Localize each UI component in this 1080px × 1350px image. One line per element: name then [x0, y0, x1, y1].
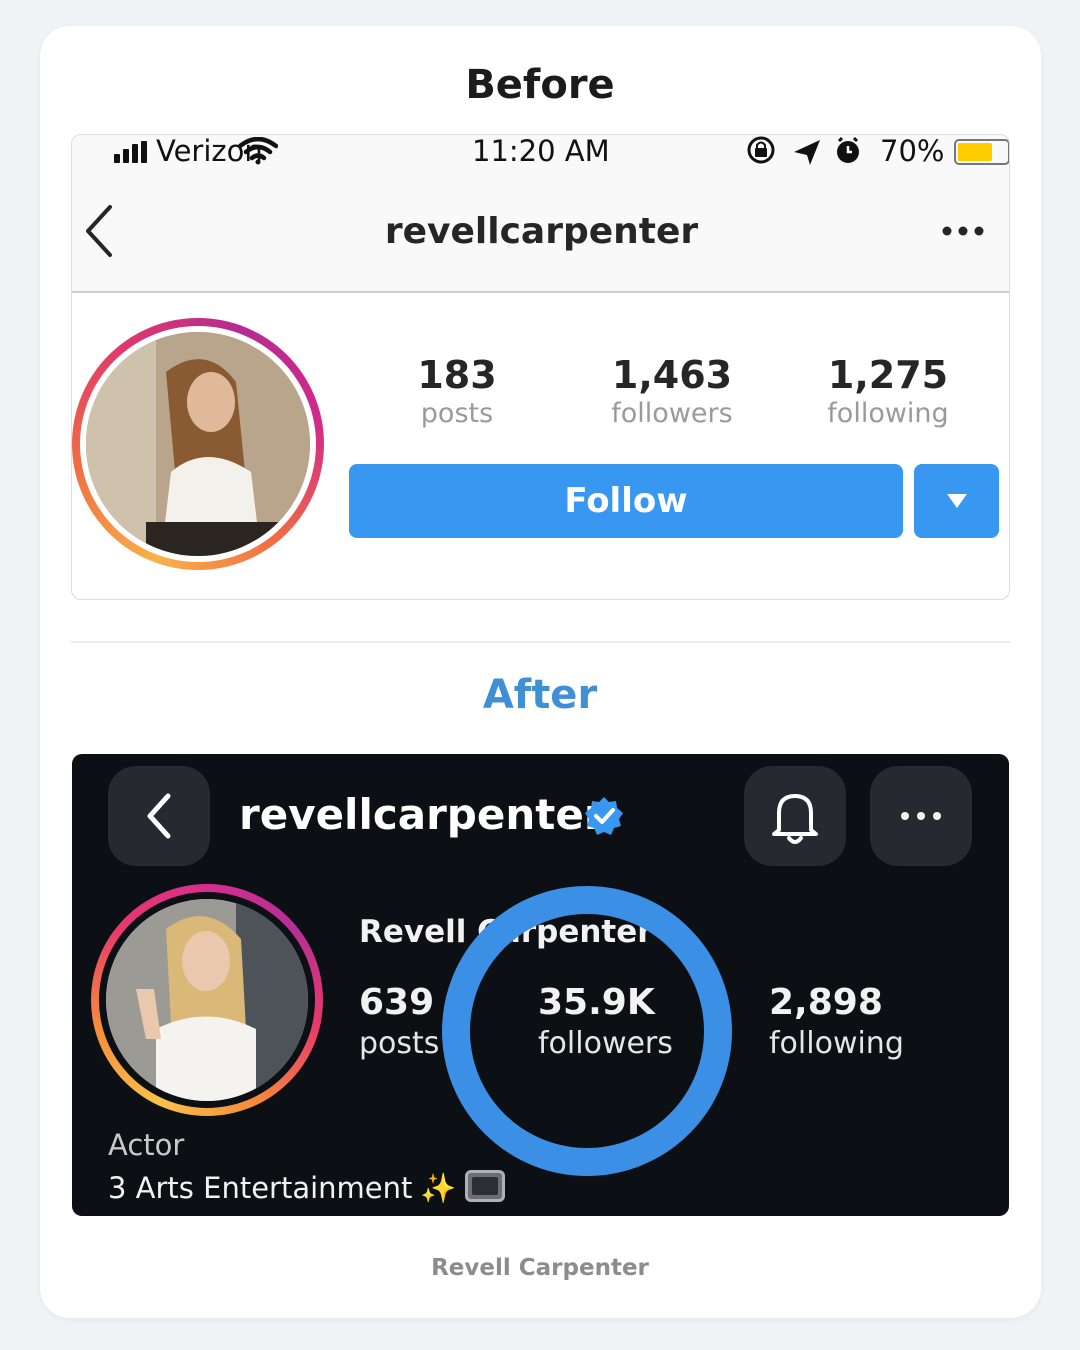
profile-username: revellcarpenter	[384, 211, 699, 252]
signal-icon	[114, 141, 148, 163]
bio-category: Actor	[108, 1128, 185, 1162]
stat-following[interactable]: 1,275 following	[788, 353, 988, 431]
status-battery: 70%	[880, 134, 945, 168]
battery-fill	[958, 143, 992, 161]
sparkles-icon: ✨	[420, 1171, 457, 1205]
follow-button[interactable]: Follow	[349, 464, 903, 538]
stat-posts[interactable]: 183 posts	[357, 353, 557, 431]
location-icon	[794, 140, 820, 165]
profile-photo	[86, 332, 310, 556]
more-options-icon	[901, 812, 941, 820]
more-options-icon[interactable]	[940, 221, 986, 241]
before-screenshot: Verizon 11:20 AM 70% revellcarpenter 183…	[71, 134, 1010, 600]
bio-text: 3 Arts Entertainment ✨	[108, 1170, 505, 1206]
battery-icon	[954, 139, 1009, 165]
stat-following[interactable]: 2,898 following	[769, 982, 904, 1064]
status-icons	[747, 136, 859, 165]
section-divider	[71, 641, 1010, 643]
verified-badge-icon	[585, 797, 623, 835]
notifications-button[interactable]	[744, 766, 846, 866]
stat-followers[interactable]: 1,463 followers	[572, 353, 772, 431]
ios-header: Verizon 11:20 AM 70% revellcarpenter	[72, 134, 1009, 293]
profile-username: revellcarpenter	[239, 790, 605, 839]
back-button[interactable]	[108, 766, 210, 866]
status-time: 11:20 AM	[472, 134, 610, 168]
stat-posts[interactable]: 639 posts	[359, 982, 439, 1064]
before-heading: Before	[465, 62, 615, 108]
suggestions-dropdown-button[interactable]	[914, 464, 999, 538]
after-heading: After	[482, 672, 598, 718]
more-options-button[interactable]	[870, 766, 972, 866]
image-caption: Revell Carpenter	[431, 1255, 649, 1281]
profile-photo	[106, 899, 308, 1101]
followers-highlight-circle	[442, 886, 732, 1176]
back-icon	[147, 793, 171, 839]
wifi-icon	[238, 137, 278, 165]
television-icon	[464, 1170, 505, 1202]
profile-avatar[interactable]	[91, 884, 323, 1116]
alarm-icon	[837, 136, 859, 163]
profile-avatar[interactable]	[72, 318, 324, 570]
bell-icon	[772, 794, 818, 844]
chevron-down-icon	[947, 494, 967, 508]
after-screenshot: revellcarpenter Revell Carpenter 639 pos…	[72, 754, 1009, 1216]
rotation-lock-icon	[747, 136, 775, 164]
